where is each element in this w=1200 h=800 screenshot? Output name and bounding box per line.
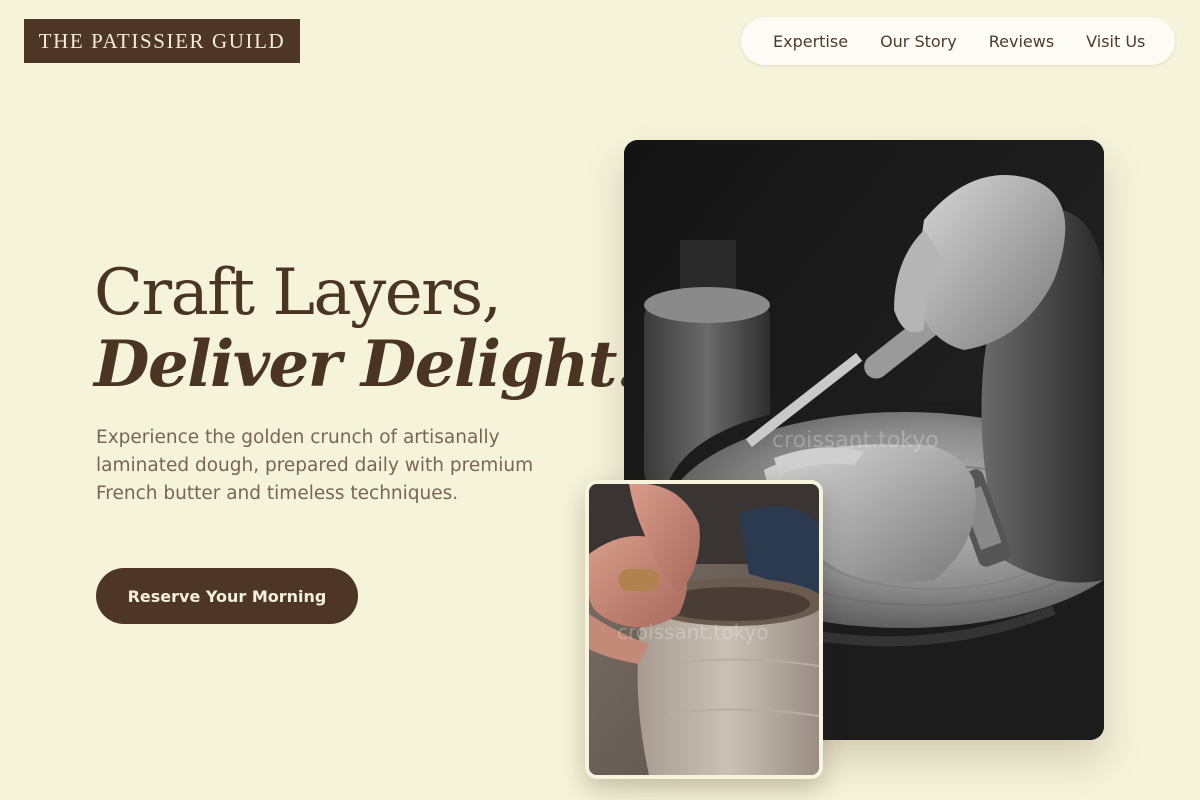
nav-item-our-story[interactable]: Our Story [880,32,957,51]
hero-description: Experience the golden crunch of artisana… [96,427,534,504]
headline-line-1: Craft Layers, [94,256,502,330]
pottery-illustration [589,484,819,775]
hero-headline: Craft Layers, Deliver Delight. [94,256,638,402]
brand-logo[interactable]: THE PATISSIER GUILD [24,19,300,63]
pottery-photo: croissant.tokyo [585,480,823,779]
nav-item-visit-us[interactable]: Visit Us [1086,32,1145,51]
reserve-button[interactable]: Reserve Your Morning [96,568,358,624]
main-nav: Expertise Our Story Reviews Visit Us [741,17,1175,65]
nav-item-reviews[interactable]: Reviews [989,32,1054,51]
nav-item-expertise[interactable]: Expertise [773,32,848,51]
headline-line-2: Deliver Delight. [94,327,638,402]
